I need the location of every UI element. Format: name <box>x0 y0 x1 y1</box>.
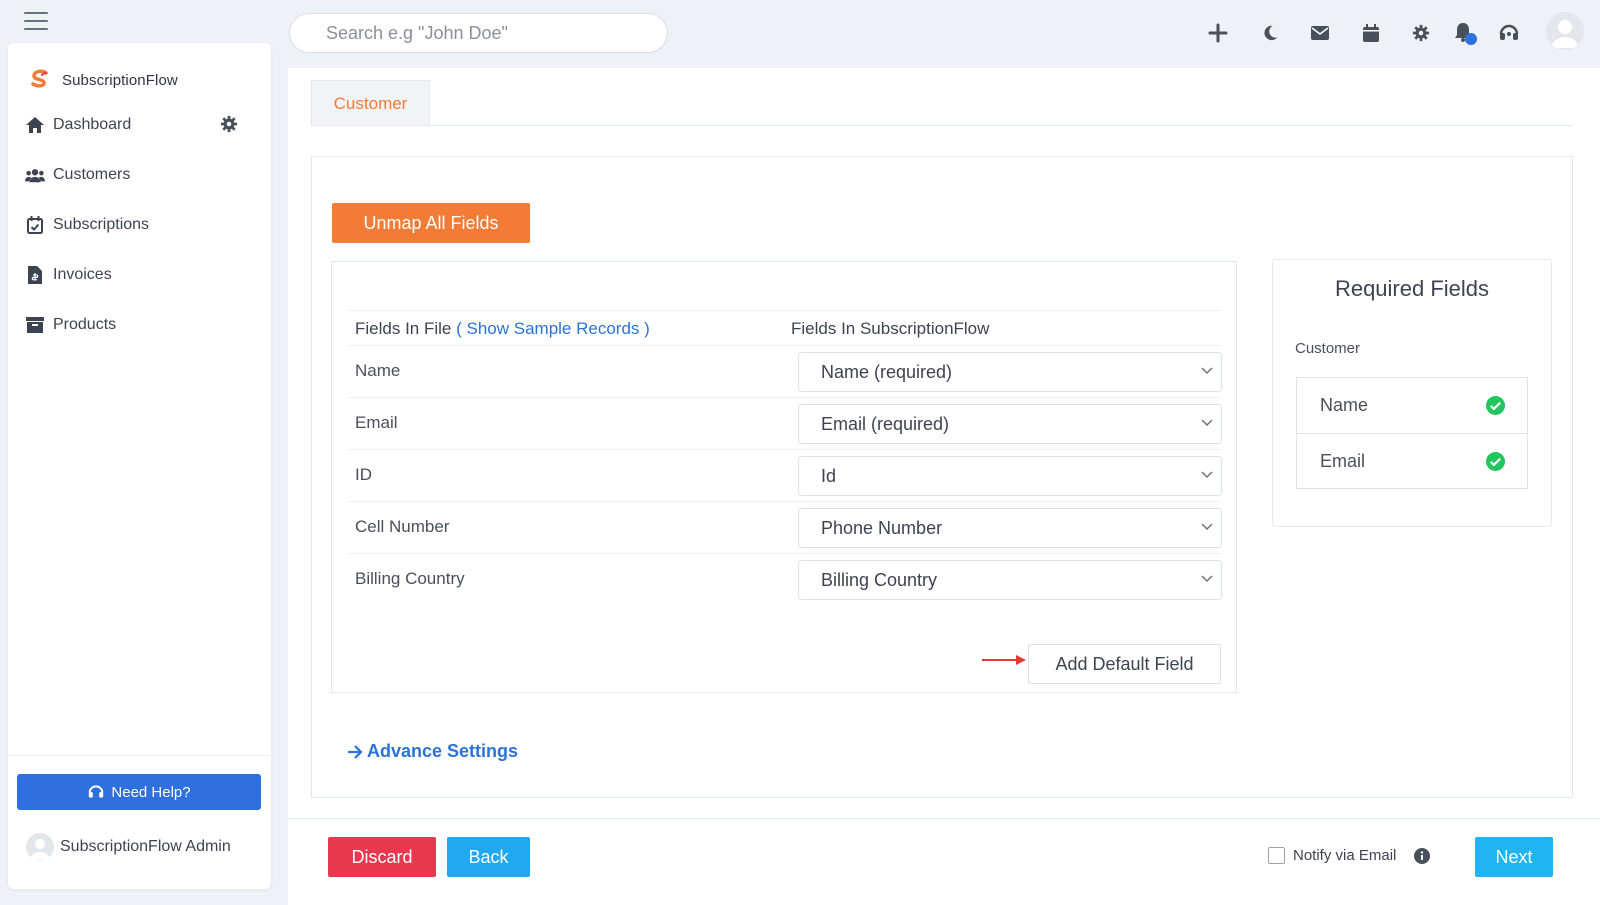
selected-value: Name (required) <box>821 361 953 382</box>
sidebar-item-subscriptions[interactable]: Subscriptions <box>25 210 255 240</box>
chevron-down-icon <box>1201 367 1213 375</box>
sidebar-item-label: Subscriptions <box>53 216 150 233</box>
brand[interactable]: SubscriptionFlow <box>28 65 178 95</box>
info-icon[interactable] <box>1414 847 1431 864</box>
advance-settings-link[interactable]: Advance Settings <box>347 741 518 762</box>
sidebar-item-customers[interactable]: Customers <box>25 160 255 190</box>
menu-toggle-icon[interactable] <box>24 12 48 30</box>
sidebar: SubscriptionFlow Dashboard Customers Sub… <box>8 43 271 889</box>
list-item: Email <box>1297 433 1527 488</box>
users-icon <box>25 165 45 185</box>
back-button[interactable]: Back <box>447 837 530 877</box>
mapping-row-id: ID Id <box>348 450 1222 502</box>
selected-value: Id <box>821 465 837 486</box>
file-field-label: Name <box>355 361 401 380</box>
need-help-label: Need Help? <box>111 783 191 801</box>
notify-checkbox[interactable] <box>1268 847 1285 864</box>
invoice-icon <box>25 265 45 285</box>
required-fields-card: Required Fields Customer Name Email <box>1272 259 1552 527</box>
field-mapping-select[interactable]: Email (required) <box>798 404 1222 444</box>
headset-icon[interactable] <box>1494 18 1524 48</box>
sidebar-item-label: Products <box>53 316 117 333</box>
sidebar-divider <box>8 755 271 756</box>
notify-via-email: Notify via Email <box>1268 847 1431 864</box>
mapping-row-billing-country: Billing Country Billing Country <box>348 554 1222 606</box>
sidebar-item-products[interactable]: Products <box>25 310 255 340</box>
need-help-button[interactable]: Need Help? <box>17 774 261 810</box>
field-mapping-select[interactable]: Billing Country <box>798 560 1222 600</box>
file-field-label: Email <box>355 413 398 432</box>
sidebar-item-invoices[interactable]: Invoices <box>25 260 255 290</box>
fields-in-subscriptionflow-header: Fields In SubscriptionFlow <box>791 319 990 338</box>
chevron-down-icon <box>1201 471 1213 479</box>
field-mapping-select[interactable]: Id <box>798 456 1222 496</box>
selected-value: Email (required) <box>821 413 950 434</box>
calendar-check-icon <box>25 215 45 235</box>
required-field-name: Email <box>1320 450 1366 471</box>
mapping-header: Fields In File ( Show Sample Records ) F… <box>348 310 1221 346</box>
red-arrow-icon <box>982 655 1026 665</box>
admin-name: SubscriptionFlow Admin <box>60 838 231 855</box>
sidebar-item-label: Customers <box>53 166 131 183</box>
main-content: Customer Unmap All Fields Fields In File… <box>288 68 1600 905</box>
subscriptionflow-logo-icon <box>31 69 48 88</box>
mapping-row-email: Email Email (required) <box>348 398 1222 450</box>
sidebar-item-label: Invoices <box>53 266 112 283</box>
brand-name: SubscriptionFlow <box>62 71 178 89</box>
list-item: Name <box>1297 378 1527 433</box>
tab-customer[interactable]: Customer <box>311 80 430 126</box>
mapping-row-name: Name Name (required) <box>348 346 1222 398</box>
moon-icon[interactable] <box>1255 18 1285 48</box>
gear-icon[interactable] <box>1406 18 1436 48</box>
dashboard-settings-gear-icon[interactable] <box>220 115 238 133</box>
arrow-right-icon <box>348 744 363 759</box>
required-field-name: Name <box>1320 395 1369 415</box>
user-avatar[interactable] <box>1546 12 1584 50</box>
tab-divider <box>311 125 1573 126</box>
mapping-card: Unmap All Fields Fields In File ( Show S… <box>311 156 1573 798</box>
file-field-label: ID <box>355 465 372 484</box>
plus-icon[interactable] <box>1203 18 1233 48</box>
selected-value: Phone Number <box>821 517 943 538</box>
sidebar-item-label: Dashboard <box>53 116 132 133</box>
field-mapping-box: Fields In File ( Show Sample Records ) F… <box>331 261 1237 693</box>
file-field-label: Billing Country <box>355 569 465 588</box>
footer-divider <box>288 818 1600 819</box>
home-icon <box>25 115 45 135</box>
admin-avatar <box>26 833 54 861</box>
show-sample-records-link[interactable]: ( Show Sample Records ) <box>456 319 650 338</box>
check-circle-icon <box>1486 396 1505 415</box>
fields-in-file-label: Fields In File <box>355 319 452 338</box>
field-mapping-select[interactable]: Name (required) <box>798 352 1222 392</box>
next-button[interactable]: Next <box>1475 837 1553 877</box>
mail-icon[interactable] <box>1305 18 1335 48</box>
fields-in-file-header: Fields In File ( Show Sample Records ) <box>355 319 650 339</box>
add-default-field-button[interactable]: Add Default Field <box>1028 644 1221 684</box>
check-circle-icon <box>1486 452 1505 471</box>
selected-value: Billing Country <box>821 569 938 590</box>
tab-label: Customer <box>333 93 408 113</box>
calendar-icon[interactable] <box>1356 18 1386 48</box>
search-input[interactable] <box>289 13 668 53</box>
advance-settings-label: Advance Settings <box>367 741 519 761</box>
field-mapping-select[interactable]: Phone Number <box>798 508 1222 548</box>
chevron-down-icon <box>1201 523 1213 531</box>
admin-profile[interactable]: SubscriptionFlow Admin <box>26 833 231 861</box>
required-fields-title: Required Fields <box>1334 276 1490 301</box>
required-fields-list: Name Email <box>1296 377 1528 489</box>
headset-icon <box>88 785 104 798</box>
chevron-down-icon <box>1201 575 1213 583</box>
notify-label: Notify via Email <box>1293 847 1397 864</box>
archive-icon <box>25 315 45 335</box>
bell-icon[interactable] <box>1451 18 1481 48</box>
mapping-row-cell-number: Cell Number Phone Number <box>348 502 1222 554</box>
chevron-down-icon <box>1201 419 1213 427</box>
unmap-all-fields-button[interactable]: Unmap All Fields <box>332 203 530 243</box>
discard-button[interactable]: Discard <box>328 837 436 877</box>
required-fields-subtitle: Customer <box>1295 340 1361 357</box>
file-field-label: Cell Number <box>355 517 450 536</box>
